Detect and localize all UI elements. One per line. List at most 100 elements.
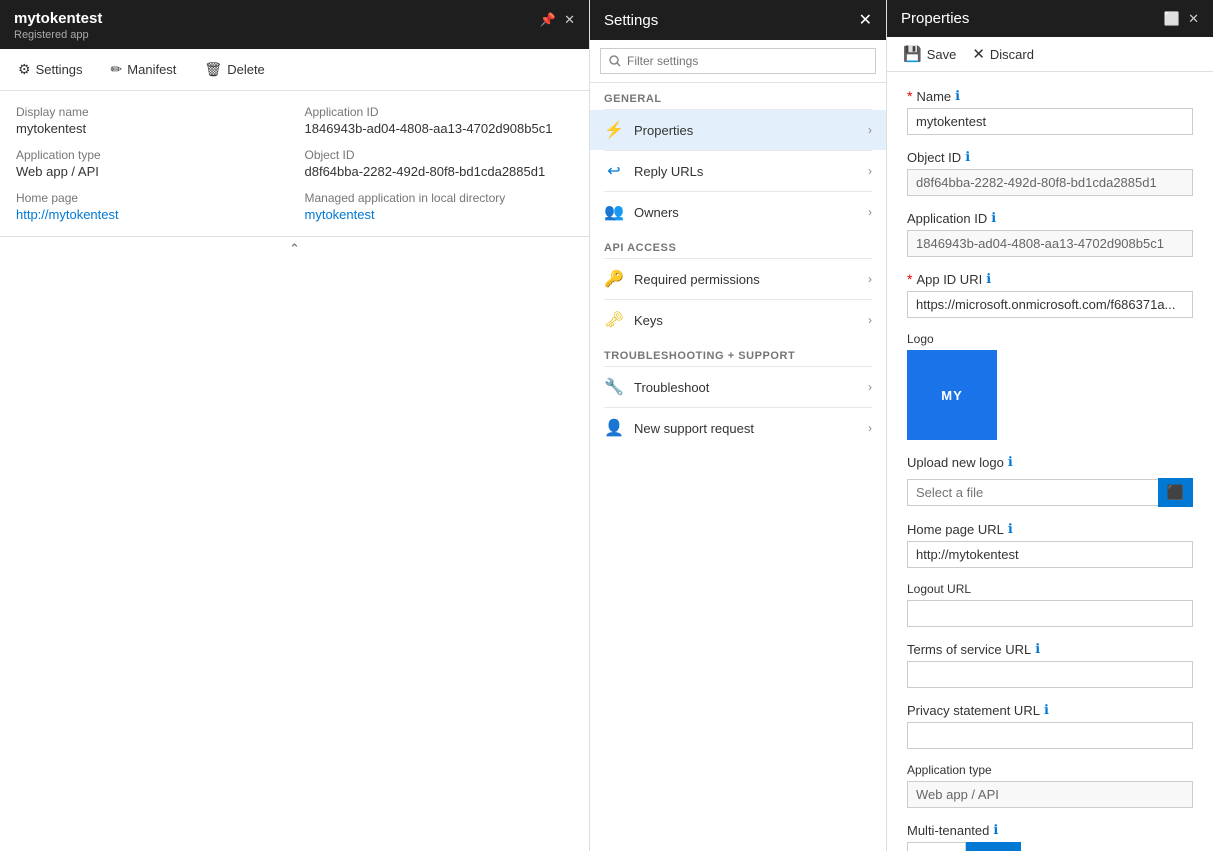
- delete-button[interactable]: 🗑 Delete: [198, 57, 270, 82]
- reply-urls-chevron: ›: [868, 164, 872, 178]
- name-field-group: * Name ℹ: [907, 88, 1193, 135]
- general-section-label: GENERAL: [590, 83, 886, 109]
- properties-toolbar: 💾 Save ✕ Discard: [887, 37, 1213, 72]
- close-left-icon[interactable]: ✕: [564, 12, 575, 28]
- settings-item-troubleshoot[interactable]: 🔧 Troubleshoot ›: [590, 367, 886, 407]
- settings-close-button[interactable]: ✕: [859, 10, 872, 30]
- home-page-label: Home page: [16, 191, 285, 205]
- object-id-value: d8f64bba-2282-492d-80f8-bd1cda2885d1: [305, 164, 574, 179]
- app-type-input: [907, 781, 1193, 808]
- manifest-button[interactable]: ✏ Manifest: [105, 57, 183, 82]
- privacy-statement-info-icon[interactable]: ℹ: [1044, 702, 1049, 718]
- multi-tenanted-info-icon[interactable]: ℹ: [993, 822, 998, 838]
- save-button[interactable]: 💾 Save: [903, 45, 956, 63]
- upload-browse-button[interactable]: ⬛: [1158, 478, 1193, 507]
- settings-item-new-support-request[interactable]: 👤 New support request ›: [590, 408, 886, 448]
- name-field-label: * Name ℹ: [907, 88, 1193, 104]
- settings-search-input[interactable]: [600, 48, 876, 74]
- object-id-field-group: Object ID ℹ: [907, 149, 1193, 196]
- manifest-icon: ✏: [111, 61, 123, 78]
- keys-label: Keys: [634, 313, 663, 328]
- name-info-icon[interactable]: ℹ: [955, 88, 960, 104]
- left-toolbar: ⚙ Settings ✏ Manifest 🗑 Delete: [0, 49, 589, 91]
- properties-label: Properties: [634, 123, 693, 138]
- troubleshoot-icon: 🔧: [604, 377, 624, 397]
- app-id-uri-required-star: *: [907, 271, 912, 287]
- multi-tenanted-yes-button[interactable]: Yes: [907, 842, 966, 851]
- display-name-cell: Display name mytokentest: [16, 105, 285, 136]
- app-id-field-label: Application ID ℹ: [907, 210, 1193, 226]
- settings-item-required-permissions[interactable]: 🔑 Required permissions ›: [590, 259, 886, 299]
- save-icon: 💾: [903, 45, 922, 63]
- display-name-label: Display name: [16, 105, 285, 119]
- settings-button[interactable]: ⚙ Settings: [12, 57, 89, 82]
- reply-urls-icon: ↩: [604, 161, 624, 181]
- home-page-url-input[interactable]: [907, 541, 1193, 568]
- application-type-label: Application type: [16, 148, 285, 162]
- name-required-star: *: [907, 88, 912, 104]
- multi-tenanted-no-button[interactable]: No: [966, 842, 1021, 851]
- required-permissions-icon: 🔑: [604, 269, 624, 289]
- terms-of-service-input[interactable]: [907, 661, 1193, 688]
- upload-file-input[interactable]: [907, 479, 1158, 506]
- properties-form: * Name ℹ Object ID ℹ Application ID ℹ: [887, 72, 1213, 851]
- properties-header: Properties ⬜ ✕: [887, 0, 1213, 37]
- object-id-info-icon[interactable]: ℹ: [965, 149, 970, 165]
- logo-preview: MY: [907, 350, 997, 440]
- app-id-uri-input[interactable]: [907, 291, 1193, 318]
- app-title: mytokentest: [14, 10, 102, 27]
- settings-title: Settings: [604, 12, 658, 29]
- close-properties-icon[interactable]: ✕: [1188, 11, 1199, 27]
- settings-item-properties[interactable]: ⚡ Properties ›: [590, 110, 886, 150]
- new-support-chevron: ›: [868, 421, 872, 435]
- troubleshooting-section-label: TROUBLESHOOTING + SUPPORT: [590, 340, 886, 366]
- troubleshoot-label: Troubleshoot: [634, 380, 709, 395]
- left-header: mytokentest Registered app 📌 ✕: [0, 0, 589, 49]
- new-support-icon: 👤: [604, 418, 624, 438]
- privacy-statement-label: Privacy statement URL ℹ: [907, 702, 1193, 718]
- discard-button[interactable]: ✕ Discard: [972, 45, 1034, 63]
- multi-tenanted-label: Multi-tenanted ℹ: [907, 822, 1193, 838]
- expand-icon[interactable]: ⬜: [1164, 11, 1180, 27]
- settings-item-reply-urls[interactable]: ↩ Reply URLs ›: [590, 151, 886, 191]
- app-info-grid: Display name mytokentest Application ID …: [0, 91, 589, 236]
- app-id-uri-field-group: * App ID URI ℹ: [907, 271, 1193, 318]
- home-page-url-info-icon[interactable]: ℹ: [1008, 521, 1013, 537]
- display-name-value: mytokentest: [16, 121, 285, 136]
- app-id-info-icon[interactable]: ℹ: [991, 210, 996, 226]
- app-type-label: Application type: [907, 763, 1193, 777]
- gear-icon: ⚙: [18, 61, 31, 78]
- api-access-section-label: API ACCESS: [590, 232, 886, 258]
- upload-logo-label: Upload new logo ℹ: [907, 454, 1193, 470]
- collapse-bar[interactable]: ⌃: [0, 236, 589, 261]
- logout-url-input[interactable]: [907, 600, 1193, 627]
- properties-chevron: ›: [868, 123, 872, 137]
- object-id-field-label: Object ID ℹ: [907, 149, 1193, 165]
- app-id-input: [907, 230, 1193, 257]
- settings-item-owners[interactable]: 👥 Owners ›: [590, 192, 886, 232]
- settings-item-keys[interactable]: 🗝 Keys ›: [590, 300, 886, 340]
- app-type-field-group: Application type: [907, 763, 1193, 808]
- terms-of-service-info-icon[interactable]: ℹ: [1035, 641, 1040, 657]
- upload-row: ⬛: [907, 478, 1193, 507]
- home-page-link[interactable]: http://mytokentest: [16, 207, 119, 222]
- home-page-cell: Home page http://mytokentest: [16, 191, 285, 222]
- application-id-value: 1846943b-ad04-4808-aa13-4702d908b5c1: [305, 121, 574, 136]
- trash-icon: 🗑: [204, 61, 222, 78]
- settings-search-box: [590, 40, 886, 83]
- app-id-field-group: Application ID ℹ: [907, 210, 1193, 257]
- discard-icon: ✕: [972, 45, 985, 63]
- object-id-input: [907, 169, 1193, 196]
- logout-url-field-group: Logout URL: [907, 582, 1193, 627]
- application-type-cell: Application type Web app / API: [16, 148, 285, 179]
- app-id-uri-info-icon[interactable]: ℹ: [986, 271, 991, 287]
- name-input[interactable]: [907, 108, 1193, 135]
- object-id-label: Object ID: [305, 148, 574, 162]
- upload-logo-info-icon[interactable]: ℹ: [1008, 454, 1013, 470]
- pin-icon[interactable]: 📌: [540, 12, 556, 28]
- troubleshoot-chevron: ›: [868, 380, 872, 394]
- application-id-label: Application ID: [305, 105, 574, 119]
- privacy-statement-input[interactable]: [907, 722, 1193, 749]
- app-subtitle: Registered app: [14, 29, 102, 41]
- managed-app-link[interactable]: mytokentest: [305, 207, 375, 222]
